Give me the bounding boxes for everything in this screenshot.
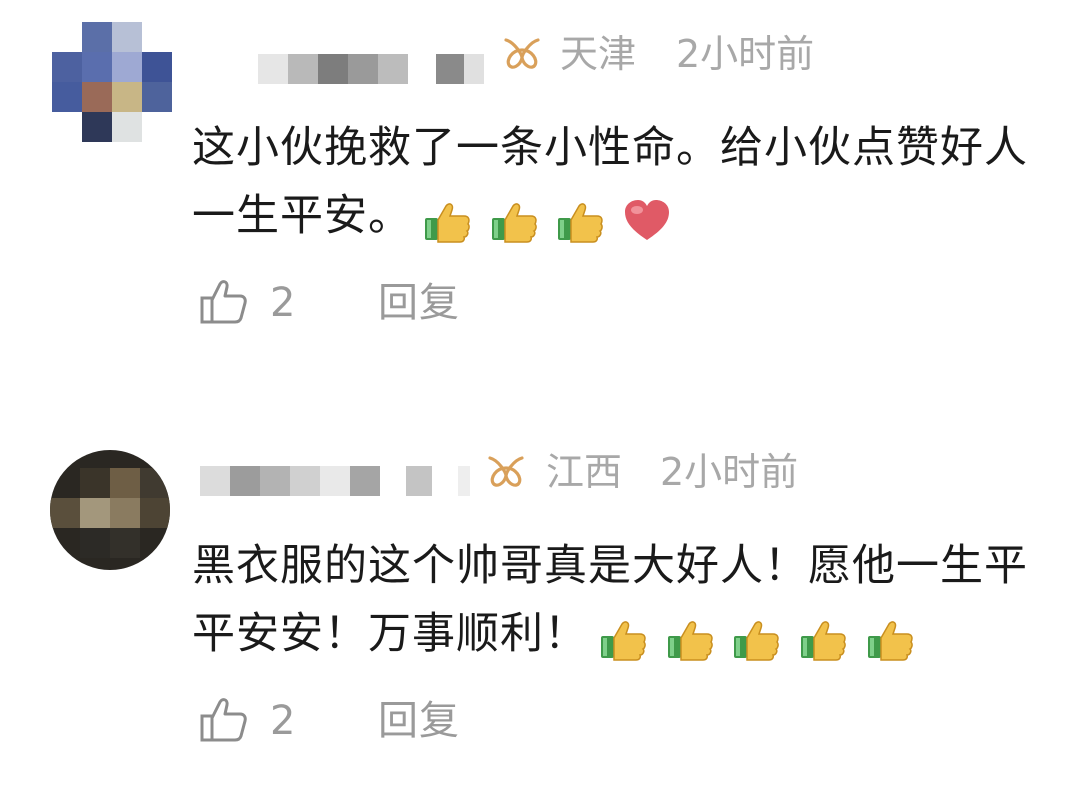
thumbs-up-icon bbox=[491, 203, 537, 243]
thumbs-up-icon bbox=[734, 621, 780, 661]
comment-location: 江西 bbox=[546, 450, 623, 494]
thumbs-up-icon bbox=[867, 621, 913, 661]
comment-time: 2小时前 bbox=[676, 32, 815, 76]
red-heart-icon bbox=[625, 200, 670, 240]
thumbs-up-outline-icon[interactable] bbox=[198, 276, 250, 328]
like-count: 2 bbox=[270, 280, 296, 326]
comment-item: 天津 2小时前 这小伙挽救了一条小性命。给小伙点赞好人一生平安。 2 回复 bbox=[0, 0, 1080, 380]
reply-button[interactable]: 回复 bbox=[378, 696, 460, 746]
username-redacted[interactable] bbox=[258, 54, 488, 90]
username-redacted[interactable] bbox=[200, 466, 470, 502]
comment-actions: 2 回复 bbox=[198, 276, 498, 332]
comment-item: 江西 2小时前 黑衣服的这个帅哥真是大好人！愿他一生平平安安！万事顺利！ 2 回… bbox=[0, 410, 1080, 796]
emoji-row bbox=[422, 185, 674, 253]
like-count: 2 bbox=[270, 698, 296, 744]
avatar[interactable] bbox=[50, 450, 170, 570]
thumbs-up-icon bbox=[667, 621, 713, 661]
badge-icon bbox=[488, 456, 524, 487]
thumbs-up-outline-icon[interactable] bbox=[198, 694, 250, 746]
comment-location: 天津 bbox=[560, 32, 637, 76]
comment-actions: 2 回复 bbox=[198, 694, 498, 750]
comment-text: 这小伙挽救了一条小性命。给小伙点赞好人一生平安。 bbox=[192, 114, 1052, 253]
comment-time: 2小时前 bbox=[660, 450, 799, 494]
thumbs-up-icon bbox=[801, 621, 846, 661]
reply-button[interactable]: 回复 bbox=[378, 278, 460, 328]
comment-list: 天津 2小时前 这小伙挽救了一条小性命。给小伙点赞好人一生平安。 2 回复 江西… bbox=[0, 0, 1080, 796]
thumbs-up-icon bbox=[558, 203, 604, 243]
comment-text: 黑衣服的这个帅哥真是大好人！愿他一生平平安安！万事顺利！ bbox=[192, 532, 1052, 671]
badge-icon bbox=[504, 38, 540, 69]
avatar[interactable] bbox=[52, 22, 172, 142]
thumbs-up-icon bbox=[601, 621, 646, 661]
thumbs-up-icon bbox=[425, 203, 470, 243]
emoji-row bbox=[598, 603, 917, 671]
